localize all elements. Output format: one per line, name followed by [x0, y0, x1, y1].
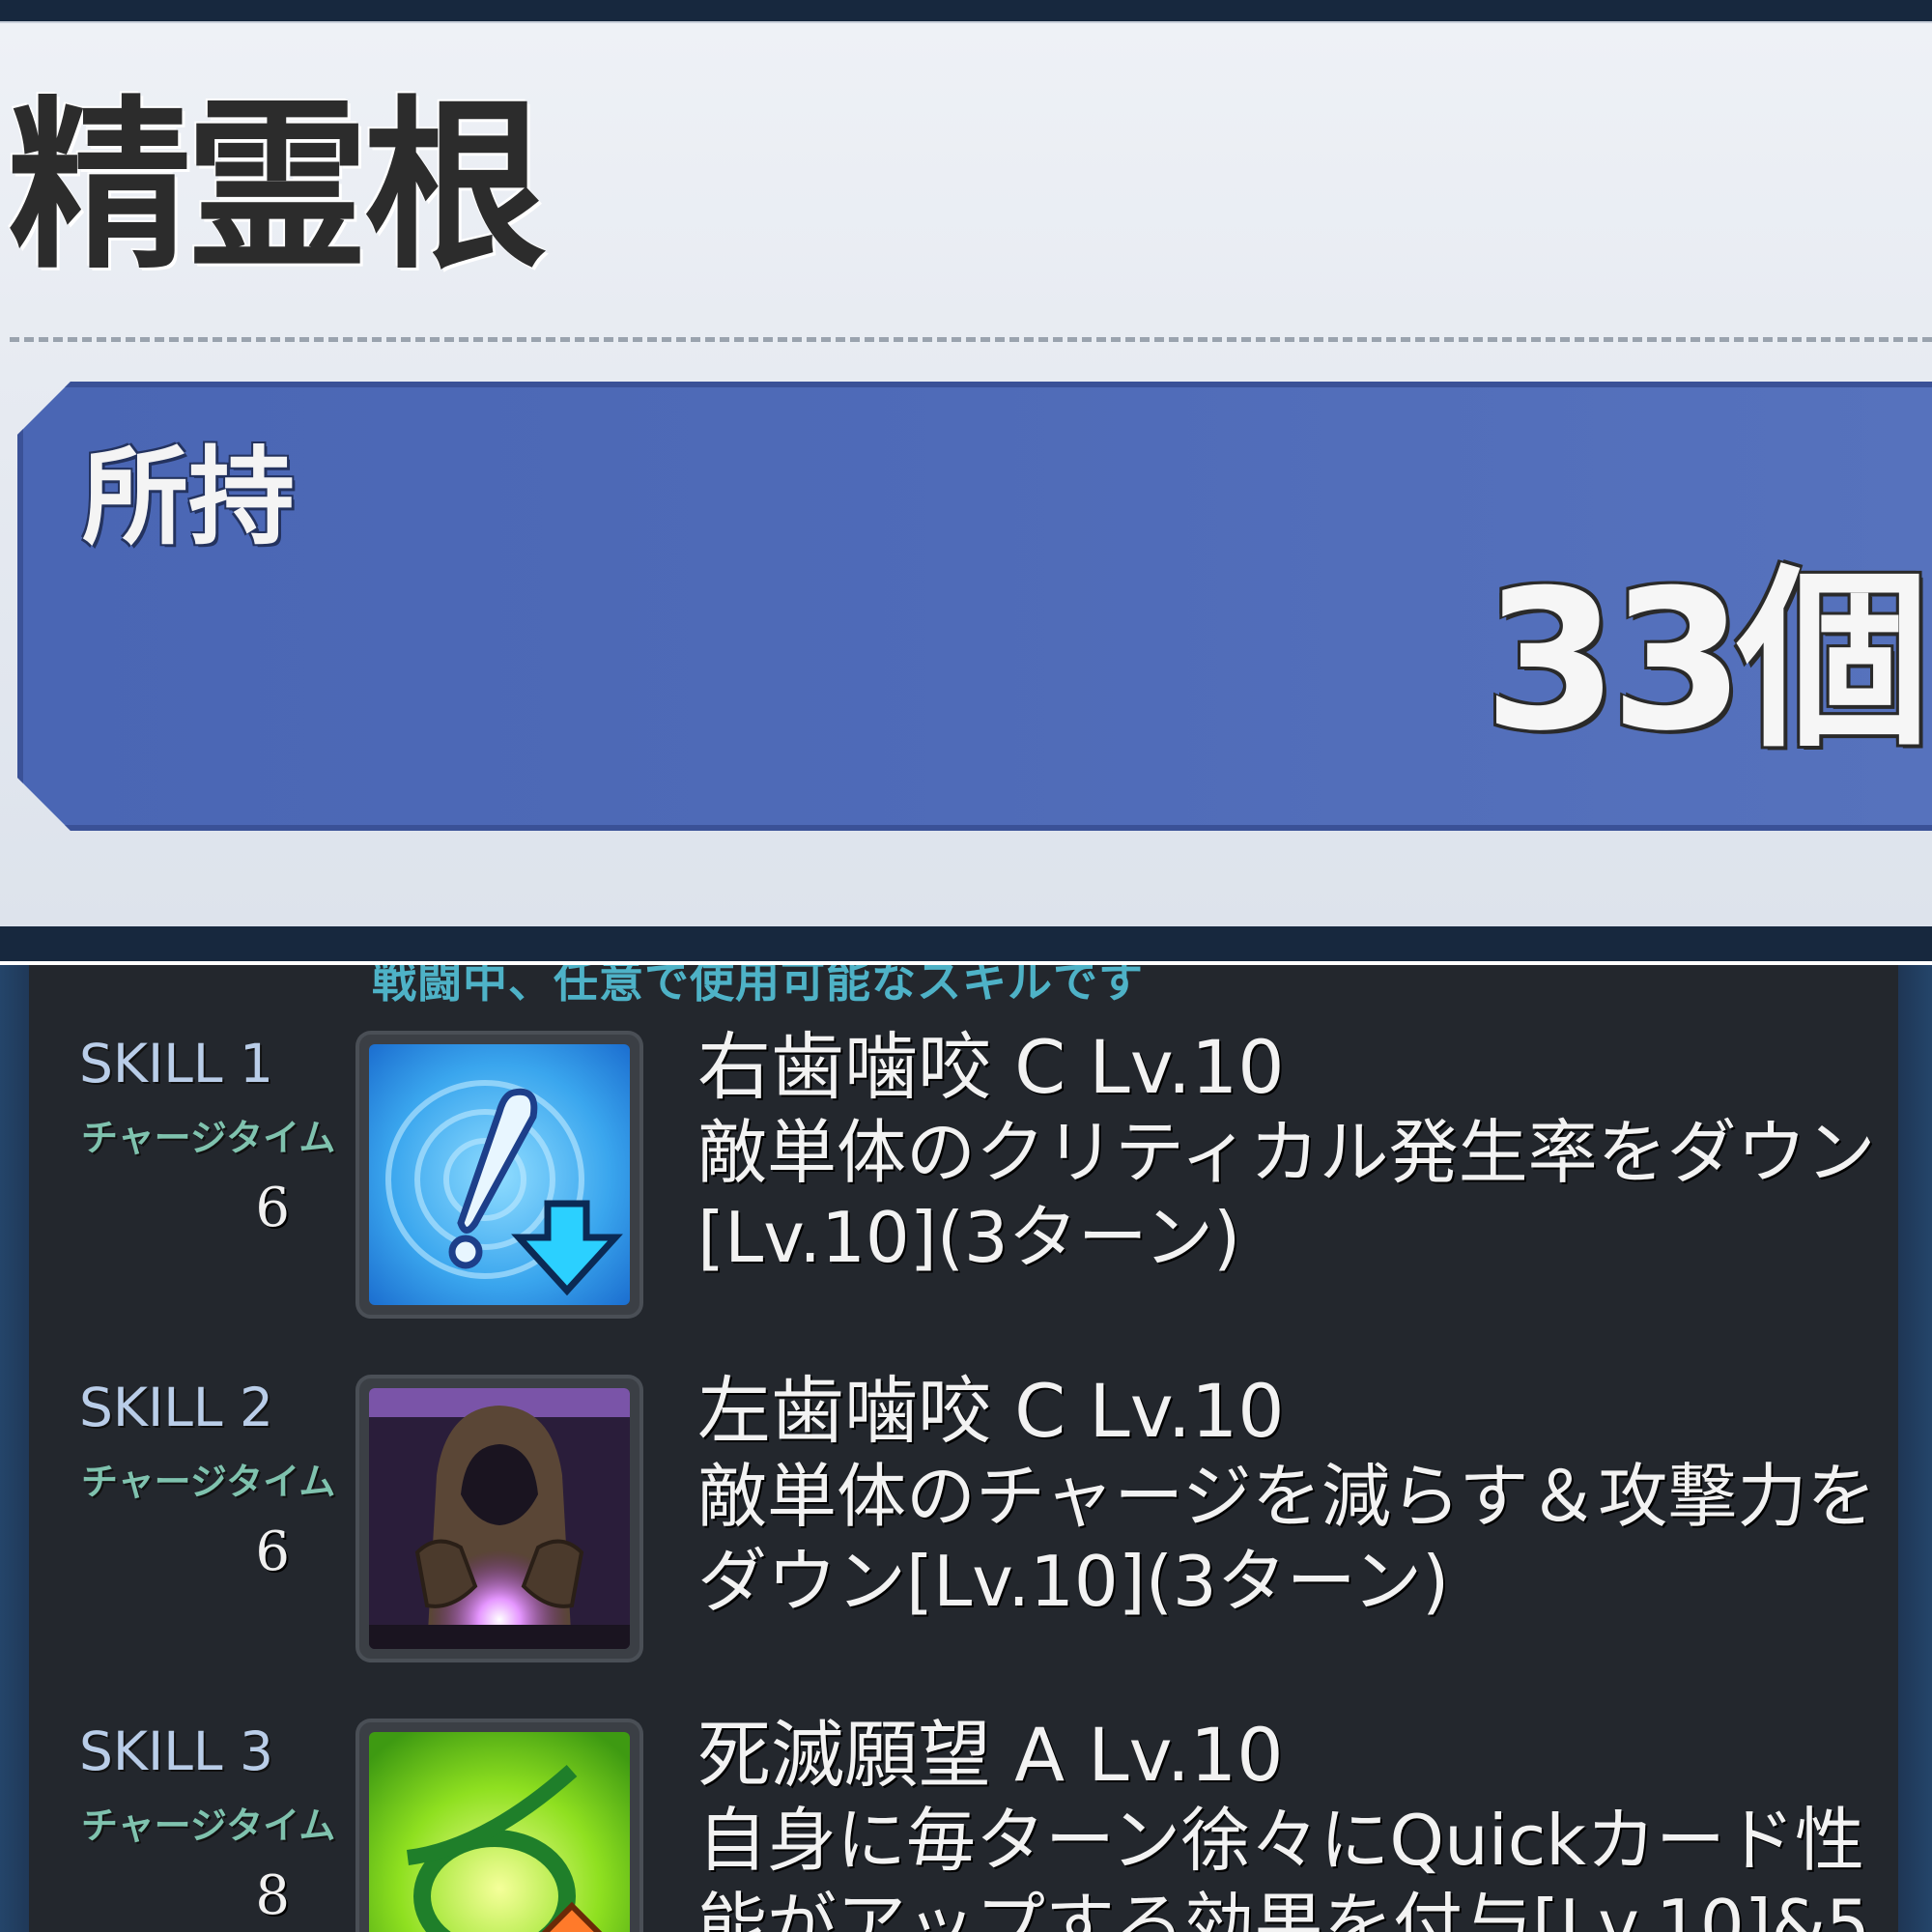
skill-name: 左歯噛咬 C Lv.10 [697, 1368, 1285, 1454]
possess-label: 所持 [82, 436, 295, 559]
skill-row-2: SKILL 2 チャージタイム 6 左歯噛咬 C Lv.10 敵単体のチャージを… [0, 1309, 1932, 1659]
skill-description: 敵単体のクリティカル発生率をダウン[Lv.10](3ターン) [697, 1112, 1876, 1278]
skill-icon-frame[interactable] [359, 1722, 639, 1932]
charge-time-value: 6 [255, 1177, 290, 1239]
skill-name: 死滅願望 A Lv.10 [697, 1712, 1284, 1798]
skill-row-3: SKILL 3 チャージタイム 8 死滅願望 A Lv.10 自身に毎ターン徐々… [0, 1653, 1932, 1932]
charge-time-label: チャージタイム [81, 1117, 336, 1159]
possess-count: 33個 [1483, 549, 1930, 774]
charge-time-value: 6 [255, 1520, 290, 1583]
charge-time-value: 8 [255, 1864, 290, 1927]
critical-down-icon [369, 1044, 630, 1305]
skill-icon-frame[interactable] [359, 1035, 639, 1315]
skill-row-1: SKILL 1 チャージタイム 6 右歯噛咬 C Lv.10 敵単体のクリティカ… [0, 965, 1932, 1315]
title-divider [10, 337, 1932, 342]
skill-name: 右歯噛咬 C Lv.10 [697, 1024, 1285, 1110]
charge-time-label: チャージタイム [81, 1461, 336, 1503]
skill-label: SKILL 3 [79, 1720, 273, 1782]
charge-drain-icon [369, 1388, 630, 1649]
skills-panel[interactable]: 戦闘中、任意で使用可能なスキルです SKILL 1 チャージタイム 6 右歯噛咬… [0, 965, 1932, 1932]
skill-description: 自身に毎ターン徐々にQuickカード性能がアップする効果を付与[Lv.10]&5 [697, 1800, 1870, 1932]
item-title: 精霊根 [8, 80, 547, 294]
quick-up-icon [369, 1732, 630, 1932]
skill-description: 敵単体のチャージを減らす＆攻撃力をダウン[Lv.10](3ターン) [697, 1456, 1877, 1622]
charge-time-label: チャージタイム [81, 1804, 336, 1847]
skill-label: SKILL 1 [79, 1033, 273, 1094]
item-info-panel: 精霊根 所持 33個 [0, 0, 1932, 961]
skill-icon-frame[interactable] [359, 1378, 639, 1659]
skill-label: SKILL 2 [79, 1377, 273, 1438]
